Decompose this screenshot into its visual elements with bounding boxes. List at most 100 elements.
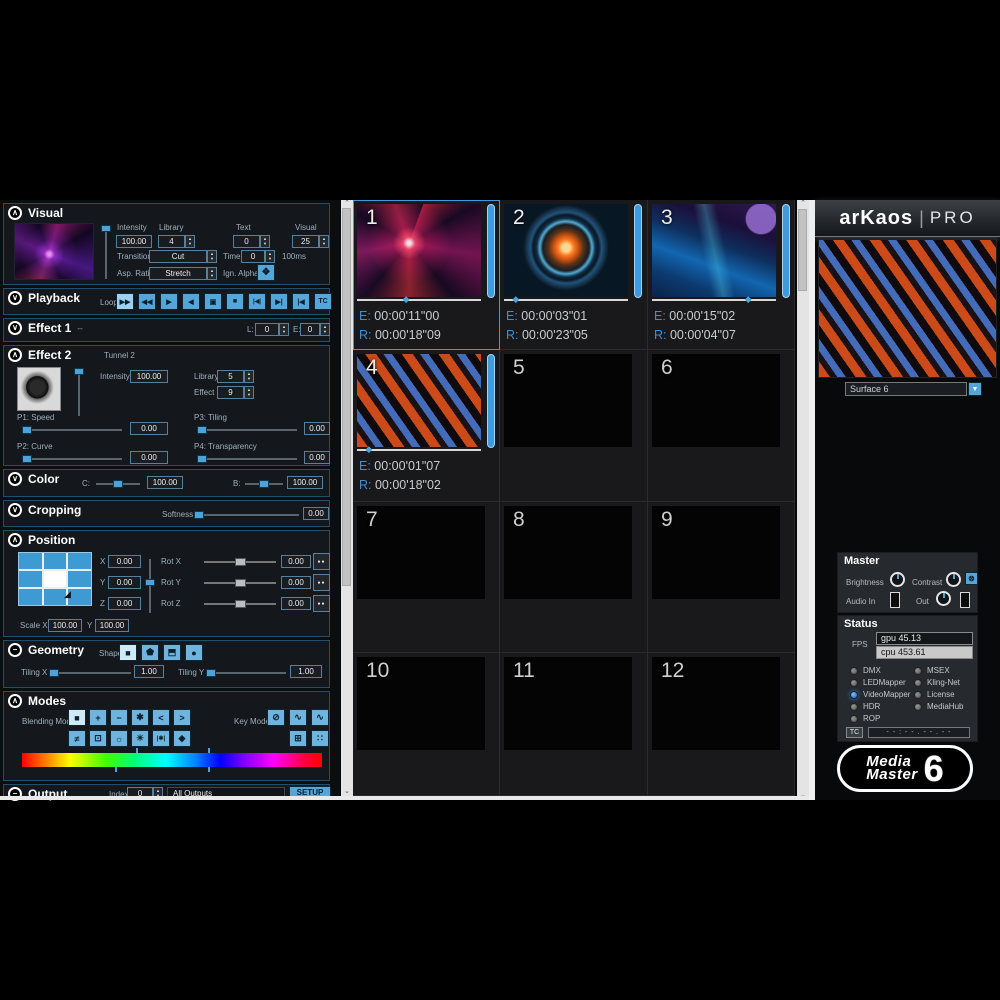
empty-cell-slot[interactable]: 9 [652, 506, 780, 599]
grid-cell-9[interactable]: 9 [648, 502, 795, 653]
shape-button[interactable]: ● [185, 644, 203, 661]
rot-z-handle[interactable] [235, 600, 246, 608]
p2-slider[interactable] [22, 458, 122, 460]
shape-button[interactable]: ■ [119, 644, 137, 661]
cell-thumbnail[interactable]: 4 [357, 354, 481, 447]
cell-volume-slider[interactable] [487, 204, 495, 298]
empty-cell-slot[interactable]: 11 [504, 657, 632, 750]
scale-x-value[interactable]: 100.00 [48, 619, 82, 632]
grid-cell-12[interactable]: 12 [648, 653, 795, 796]
softness-value[interactable]: 0.00 [303, 507, 329, 520]
pos-x-value[interactable]: 0.00 [108, 555, 141, 568]
cell-thumbnail[interactable]: 3 [652, 204, 776, 297]
scroll-up-arrow[interactable]: ⌃ [797, 200, 809, 208]
cell-progress-bar[interactable]: ◆ [357, 449, 481, 451]
library-spinner[interactable]: ▲▼ [185, 235, 195, 248]
blending-mode-button[interactable]: + [89, 709, 107, 726]
transition-select[interactable]: Cut [149, 250, 207, 263]
tiling-y-slider[interactable] [206, 672, 286, 674]
visual-header[interactable]: ∧ Visual [8, 206, 63, 220]
playback-button-4[interactable]: ▣ [204, 293, 222, 310]
blending-mode-button[interactable]: < [152, 709, 170, 726]
p3-slider-handle[interactable] [197, 426, 207, 434]
p4-slider[interactable] [197, 458, 297, 460]
playback-button-1[interactable]: ◀◀ [138, 293, 156, 310]
position-vslider-handle[interactable] [145, 579, 155, 586]
playback-button-5[interactable]: ■ [226, 293, 244, 310]
status-indicator-ledmapper[interactable]: LEDMapper [850, 678, 906, 687]
color-b-handle[interactable] [259, 480, 269, 488]
position-header[interactable]: ∧ Position [8, 533, 75, 547]
grid-cell-8[interactable]: 8 [500, 502, 648, 653]
playback-button-6[interactable]: |◀| [248, 293, 266, 310]
tiling-x-slider[interactable] [49, 672, 131, 674]
effect1-l-spinner[interactable]: ▲▼ [279, 323, 289, 336]
key-mode-button[interactable]: ∿ [289, 709, 307, 726]
blending-mode-button[interactable]: > [173, 709, 191, 726]
playhead-diamond-icon[interactable]: ◆ [745, 295, 752, 304]
p2-value[interactable]: 0.00 [130, 451, 168, 464]
empty-cell-slot[interactable]: 10 [357, 657, 485, 750]
status-indicator-msex[interactable]: MSEX [914, 666, 950, 675]
grid-cell-5[interactable]: 5 [500, 350, 648, 502]
minus-icon[interactable]: − [8, 643, 22, 657]
effect1-e-value[interactable]: 0 [300, 323, 320, 336]
empty-cell-slot[interactable]: 7 [357, 506, 485, 599]
rot-x-slider[interactable] [204, 561, 276, 563]
playback-header[interactable]: ∨ Playback [8, 291, 80, 305]
blending-mode-button[interactable]: ■ [68, 709, 86, 726]
cell-volume-slider[interactable] [782, 204, 790, 298]
playback-button-7[interactable]: ▶| [270, 293, 288, 310]
geometry-header[interactable]: − Geometry [8, 643, 84, 657]
tiling-x-value[interactable]: 1.00 [134, 665, 164, 678]
rot-x-handle[interactable] [235, 558, 246, 566]
playhead-diamond-icon[interactable]: ◆ [365, 445, 372, 454]
grid-cell-1[interactable]: 1◆E: 00:00'11"00R: 00:00'18"09 [353, 200, 500, 350]
status-indicator-dmx[interactable]: DMX [850, 666, 881, 675]
visual-num-spinner[interactable]: ▲▼ [319, 235, 329, 248]
effect2-library-value[interactable]: 5 [217, 370, 244, 383]
p1-slider[interactable] [22, 429, 122, 431]
blending-mode-button[interactable]: ☀ [131, 730, 149, 747]
asp-ratio-select[interactable]: Stretch [149, 267, 207, 280]
cell-progress-bar[interactable]: ◆ [504, 299, 628, 301]
empty-cell-slot[interactable]: 5 [504, 354, 632, 447]
playback-button-2[interactable]: ▶ [160, 293, 178, 310]
blending-mode-button[interactable]: |✱| [152, 730, 170, 747]
playhead-diamond-icon[interactable]: ◆ [512, 295, 519, 304]
p3-value[interactable]: 0.00 [304, 422, 330, 435]
status-indicator-license[interactable]: License [914, 690, 955, 699]
effect1-header[interactable]: ∨ Effect 1 -- [8, 321, 83, 335]
p3-slider[interactable] [197, 429, 297, 431]
color-b-value[interactable]: 100.00 [287, 476, 323, 489]
rot-y-value[interactable]: 0.00 [281, 576, 311, 589]
asp-ratio-spinner[interactable]: ▲▼ [207, 267, 217, 280]
visual-vslider[interactable] [105, 225, 107, 279]
color-c-handle[interactable] [113, 480, 123, 488]
chevron-down-icon[interactable]: ∨ [8, 291, 22, 305]
grid-scrollbar[interactable]: ⌃ ⌄ [797, 200, 809, 800]
cell-volume-slider[interactable] [487, 354, 495, 448]
effect2-vslider-handle[interactable] [74, 368, 84, 375]
scroll-down-arrow[interactable]: ⌄ [341, 788, 353, 796]
p1-slider-handle[interactable] [22, 426, 32, 434]
effect1-l-value[interactable]: 0 [255, 323, 279, 336]
key-mode-button[interactable]: ⊘ [267, 709, 285, 726]
rot-y-handle[interactable] [235, 579, 246, 587]
blending-mode-button[interactable]: − [110, 709, 128, 726]
rot-x-fan-button[interactable]: ●● [313, 553, 330, 570]
playback-button-8[interactable]: |◀ [292, 293, 310, 310]
rot-y-fan-button[interactable]: ●● [313, 574, 330, 591]
color-c-slider[interactable] [96, 483, 140, 485]
status-indicator-hdr[interactable]: HDR [850, 702, 880, 711]
grid-cell-3[interactable]: 3◆E: 00:00'15"02R: 00:00'04"07 [648, 200, 795, 350]
playback-button-3[interactable]: ◀ [182, 293, 200, 310]
pos-z-value[interactable]: 0.00 [108, 597, 141, 610]
left-panel-scrollbar[interactable]: ⌃ ⌄ [341, 200, 353, 796]
transition-spinner[interactable]: ▲▼ [207, 250, 217, 263]
softness-slider[interactable] [194, 514, 299, 516]
tiling-y-value[interactable]: 1.00 [290, 665, 322, 678]
effect2-effect-spinner[interactable]: ▲▼ [244, 386, 254, 399]
tiling-x-handle[interactable] [49, 669, 59, 677]
grid-cell-2[interactable]: 2◆E: 00:00'03"01R: 00:00'23"05 [500, 200, 648, 350]
